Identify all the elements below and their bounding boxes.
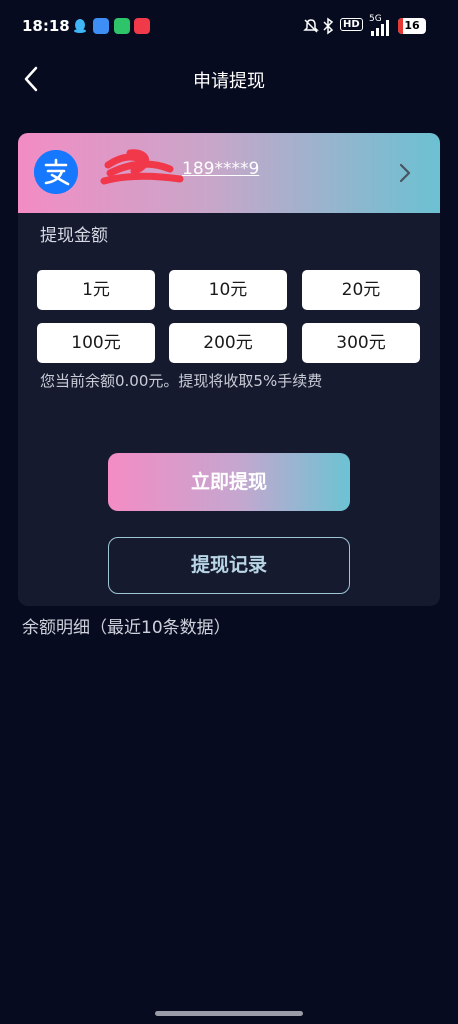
withdraw-card: 189****9 提现金额 1元 10元 20元 100元 200元 300元 …	[18, 133, 440, 606]
home-indicator[interactable]	[155, 1011, 303, 1016]
page-header: 申请提现	[0, 56, 458, 104]
app-red-icon	[134, 18, 150, 34]
status-bar: 18:18 HD 5G 16	[0, 0, 458, 56]
account-masked-number: 189****9	[182, 159, 260, 179]
status-time: 18:18	[22, 17, 70, 35]
amount-option-300[interactable]: 300元	[302, 323, 420, 363]
qq-icon	[72, 18, 88, 34]
amount-option-10[interactable]: 10元	[169, 270, 287, 310]
page-title: 申请提现	[193, 71, 265, 92]
account-row[interactable]: 189****9	[18, 133, 440, 213]
withdraw-now-button[interactable]: 立即提现	[108, 453, 350, 511]
battery-icon: 16	[398, 18, 426, 34]
amount-option-200[interactable]: 200元	[169, 323, 287, 363]
battery-level: 16	[404, 19, 420, 32]
amount-option-20[interactable]: 20元	[302, 270, 420, 310]
amount-option-100[interactable]: 100元	[37, 323, 155, 363]
app-green-icon	[114, 18, 130, 34]
amount-option-1[interactable]: 1元	[37, 270, 155, 310]
bluetooth-icon	[322, 17, 334, 39]
chevron-right-icon[interactable]	[394, 159, 416, 187]
balance-detail-title: 余额明细（最近10条数据）	[22, 618, 231, 638]
mute-icon	[303, 18, 319, 38]
browser-icon	[93, 18, 109, 34]
hd-badge: HD	[340, 18, 363, 31]
alipay-icon	[34, 150, 78, 194]
signal-icon	[370, 20, 392, 40]
withdraw-records-button[interactable]: 提现记录	[108, 537, 350, 594]
balance-note: 您当前余额0.00元。提现将收取5%手续费	[40, 372, 323, 390]
redaction-scribble	[100, 149, 184, 185]
amount-label: 提现金额	[40, 226, 108, 246]
